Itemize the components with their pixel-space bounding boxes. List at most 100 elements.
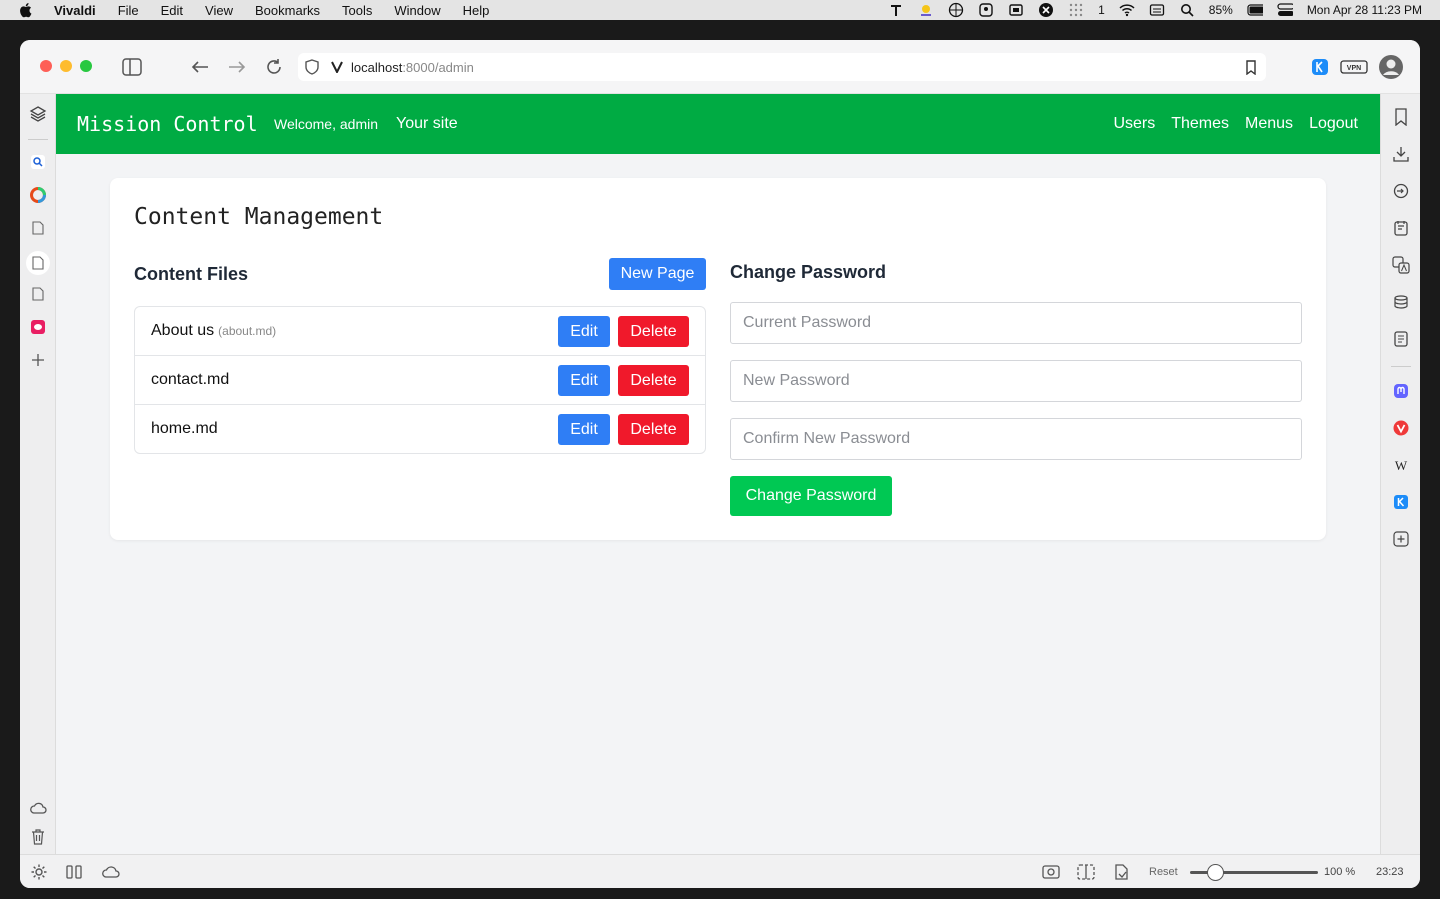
change-password-button[interactable]: Change Password xyxy=(730,476,892,516)
vivaldi-social-icon[interactable] xyxy=(1391,418,1411,438)
url-host: localhost xyxy=(351,59,403,75)
trash-icon[interactable] xyxy=(28,827,48,847)
settings-gear-icon[interactable] xyxy=(30,863,48,881)
globe-grid-icon[interactable] xyxy=(948,2,964,18)
edit-button[interactable]: Edit xyxy=(558,365,610,396)
welcome-text: Welcome, admin xyxy=(274,116,379,132)
reload-icon[interactable] xyxy=(263,56,285,78)
left-panel xyxy=(20,94,56,854)
edit-button[interactable]: Edit xyxy=(558,316,610,347)
status-clock: 23:23 xyxy=(1376,866,1404,878)
content-management-card: Content Management Content Files New Pag… xyxy=(110,178,1326,540)
delete-button[interactable]: Delete xyxy=(618,365,689,396)
bookmark-icon[interactable] xyxy=(1240,56,1262,78)
bookmarks-panel-icon[interactable] xyxy=(1391,107,1411,127)
back-arrow-icon[interactable] xyxy=(189,56,211,78)
control-center-icon[interactable] xyxy=(1277,3,1293,17)
spotlight-search-icon[interactable] xyxy=(1179,3,1195,17)
zoom-level: 100 % xyxy=(1324,866,1356,878)
forward-arrow-icon[interactable] xyxy=(226,56,248,78)
page-active-icon[interactable] xyxy=(26,251,50,275)
menu-file[interactable]: File xyxy=(118,3,139,18)
profile-avatar-icon[interactable] xyxy=(1378,54,1404,80)
wifi-icon[interactable] xyxy=(1119,3,1135,17)
nav-menus-link[interactable]: Menus xyxy=(1245,115,1293,133)
menu-help[interactable]: Help xyxy=(463,3,490,18)
nav-logout-link[interactable]: Logout xyxy=(1309,115,1358,133)
reader-stack-icon[interactable] xyxy=(1391,292,1411,312)
zoom-slider-knob[interactable] xyxy=(1207,864,1225,881)
tray-counter: 1 xyxy=(1098,3,1105,17)
new-page-button[interactable]: New Page xyxy=(609,258,706,290)
apple-icon[interactable] xyxy=(18,2,34,18)
address-bar[interactable]: localhost:8000/admin xyxy=(298,53,1266,81)
shield-icon[interactable] xyxy=(301,56,323,78)
delete-button[interactable]: Delete xyxy=(618,316,689,347)
page-tiling-icon[interactable] xyxy=(1077,863,1095,881)
battery-icon[interactable] xyxy=(1247,3,1263,17)
screen-icon[interactable] xyxy=(1008,3,1024,17)
nav-users-link[interactable]: Users xyxy=(1113,115,1155,133)
delete-button[interactable]: Delete xyxy=(618,414,689,445)
mastodon-icon[interactable] xyxy=(1391,381,1411,401)
browser-toolbar: localhost:8000/admin VPN xyxy=(20,40,1420,94)
menu-tools[interactable]: Tools xyxy=(342,3,372,18)
file-name[interactable]: About us (about.md) xyxy=(151,322,276,340)
window-zoom-button[interactable] xyxy=(80,60,92,72)
page-icon[interactable] xyxy=(28,218,48,238)
your-site-link[interactable]: Your site xyxy=(396,115,458,133)
zoom-reset-button[interactable]: Reset xyxy=(1149,866,1178,878)
layers-icon[interactable] xyxy=(28,104,48,124)
text-tool-icon[interactable] xyxy=(888,3,904,17)
notes-icon[interactable] xyxy=(1391,218,1411,238)
history-icon[interactable] xyxy=(1391,181,1411,201)
menu-view[interactable]: View xyxy=(205,3,233,18)
dots-grid-icon[interactable] xyxy=(1068,3,1084,17)
vpn-icon[interactable]: VPN xyxy=(1340,56,1368,78)
keyboard-icon[interactable] xyxy=(1149,3,1165,17)
file-name[interactable]: contact.md xyxy=(151,371,229,389)
k-extension-icon[interactable] xyxy=(1309,56,1331,78)
battery-percent: 85% xyxy=(1208,3,1233,17)
panel-divider xyxy=(1391,366,1411,367)
edit-button[interactable]: Edit xyxy=(558,414,610,445)
file-row: contact.md Edit Delete xyxy=(135,356,705,405)
page-actions-icon[interactable] xyxy=(1113,863,1131,881)
file-name[interactable]: home.md xyxy=(151,420,218,438)
add-panel-icon[interactable] xyxy=(28,350,48,370)
add-web-panel-icon[interactable] xyxy=(1391,529,1411,549)
wikipedia-icon[interactable]: W xyxy=(1391,455,1411,475)
menu-app-vivaldi[interactable]: Vivaldi xyxy=(54,3,96,18)
sync-cloud-icon[interactable] xyxy=(28,798,48,818)
new-password-input[interactable] xyxy=(730,360,1302,402)
cloud-sync-icon[interactable] xyxy=(100,863,122,881)
x-circle-icon[interactable] xyxy=(1038,3,1054,17)
chat-app-icon[interactable] xyxy=(28,317,48,337)
menu-edit[interactable]: Edit xyxy=(161,3,183,18)
url-path: :8000/admin xyxy=(402,59,474,75)
app-square-icon[interactable] xyxy=(978,3,994,17)
confirm-password-input[interactable] xyxy=(730,418,1302,460)
current-password-input[interactable] xyxy=(730,302,1302,344)
k-panel-icon[interactable] xyxy=(1391,492,1411,512)
menu-window[interactable]: Window xyxy=(394,3,440,18)
menu-bookmarks[interactable]: Bookmarks xyxy=(255,3,320,18)
weather-icon[interactable] xyxy=(918,3,934,17)
page-icon-2[interactable] xyxy=(28,284,48,304)
window-minimize-button[interactable] xyxy=(60,60,72,72)
menubar-clock: Mon Apr 28 11:23 PM xyxy=(1306,3,1422,17)
window-close-button[interactable] xyxy=(40,60,52,72)
right-panel: W xyxy=(1380,94,1420,854)
downloads-icon[interactable] xyxy=(1391,144,1411,164)
panel-toggle-icon[interactable] xyxy=(121,56,143,78)
site-nav-links: Users Themes Menus Logout xyxy=(1113,115,1358,133)
translate-icon[interactable] xyxy=(1391,255,1411,275)
screenshot-icon[interactable] xyxy=(1042,863,1060,881)
search-panel-icon[interactable] xyxy=(28,152,48,172)
site-brand[interactable]: Mission Control xyxy=(77,112,258,136)
tile-toggle-icon[interactable] xyxy=(65,863,83,881)
vivaldi-v-icon[interactable] xyxy=(326,56,348,78)
reading-list-icon[interactable] xyxy=(1391,329,1411,349)
color-wheel-icon[interactable] xyxy=(28,185,48,205)
nav-themes-link[interactable]: Themes xyxy=(1171,115,1229,133)
